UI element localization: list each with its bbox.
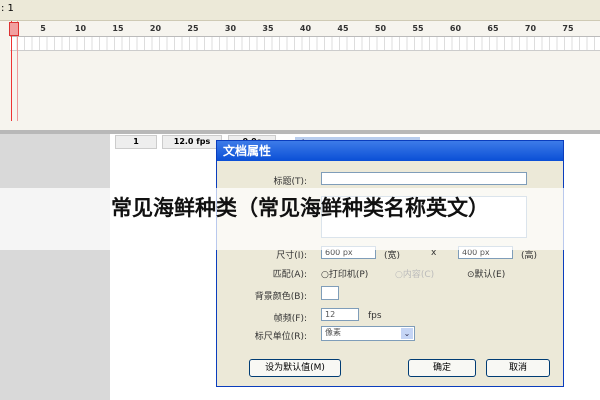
match-printer-label: 打印机(P) bbox=[328, 270, 369, 280]
background-color-swatch[interactable] bbox=[321, 286, 339, 300]
ruler-tick: 45 bbox=[337, 24, 349, 33]
match-label: 匹配(A): bbox=[272, 270, 307, 280]
ruler-tick: 40 bbox=[299, 24, 312, 33]
ruler-tick: 30 bbox=[224, 24, 237, 33]
match-contents-label: 内容(C) bbox=[402, 270, 435, 280]
frame-rate-input[interactable]: 12 bbox=[321, 308, 359, 321]
ruler-units-value: 像素 bbox=[325, 328, 341, 337]
playhead[interactable] bbox=[11, 21, 18, 121]
timeline-panel: 151015202530354045505560657075 ♦ ▫ ▫ ▫ ⁝… bbox=[0, 21, 600, 149]
ruler-tick: 50 bbox=[374, 24, 387, 33]
document-properties-dialog: 文档属性 标题(T): 尺寸(I): 600 px (宽) x 400 px (… bbox=[216, 140, 564, 387]
ruler-tick: 5 bbox=[40, 24, 46, 33]
ruler-tick: 55 bbox=[412, 24, 424, 33]
ruler-units-label: 标尺单位(R): bbox=[254, 332, 307, 342]
chevron-down-icon[interactable]: ⌄ bbox=[401, 328, 413, 339]
ruler-tick: 70 bbox=[524, 24, 537, 33]
match-default-label: 默认(E) bbox=[474, 270, 506, 280]
ruler-tick: 10 bbox=[74, 24, 87, 33]
ruler-tick: 20 bbox=[149, 24, 162, 33]
fps-unit: fps bbox=[368, 311, 382, 321]
ruler-tick: 25 bbox=[187, 24, 199, 33]
left-panel bbox=[0, 134, 110, 400]
ruler-tick: 65 bbox=[487, 24, 499, 33]
ok-button[interactable]: 确定 bbox=[408, 359, 476, 377]
frame-ruler[interactable]: 151015202530354045505560657075 bbox=[10, 21, 600, 37]
dialog-title: 文档属性 bbox=[217, 141, 563, 161]
title-label: 标题(T): bbox=[273, 177, 307, 187]
match-printer-radio[interactable]: ○打印机(P) bbox=[321, 267, 368, 280]
current-frame: 1 bbox=[115, 135, 157, 149]
ruler-tick: 60 bbox=[449, 24, 462, 33]
layer-frames[interactable] bbox=[10, 37, 600, 51]
frame-rate-label: 帧频(F): bbox=[273, 314, 307, 324]
scene-label: : 1 bbox=[1, 3, 14, 14]
ruler-tick: 35 bbox=[262, 24, 274, 33]
title-input[interactable] bbox=[321, 172, 527, 185]
set-default-button[interactable]: 设为默认值(M) bbox=[249, 359, 341, 377]
background-color-label: 背景颜色(B): bbox=[254, 292, 307, 302]
headline: 常见海鲜种类（常见海鲜种类名称英文） bbox=[111, 196, 489, 220]
ruler-tick: 15 bbox=[112, 24, 124, 33]
scene-bar: : 1 bbox=[0, 0, 600, 21]
cancel-button[interactable]: 取消 bbox=[486, 359, 550, 377]
playhead-handle[interactable] bbox=[9, 22, 19, 36]
ruler-tick: 75 bbox=[562, 24, 574, 33]
frame-rate: 12.0 fps bbox=[162, 135, 222, 149]
match-default-radio[interactable]: ⊙默认(E) bbox=[467, 267, 505, 280]
ruler-units-select[interactable]: 像素 ⌄ bbox=[321, 326, 415, 341]
match-contents-radio[interactable]: ○内容(C) bbox=[395, 267, 434, 280]
